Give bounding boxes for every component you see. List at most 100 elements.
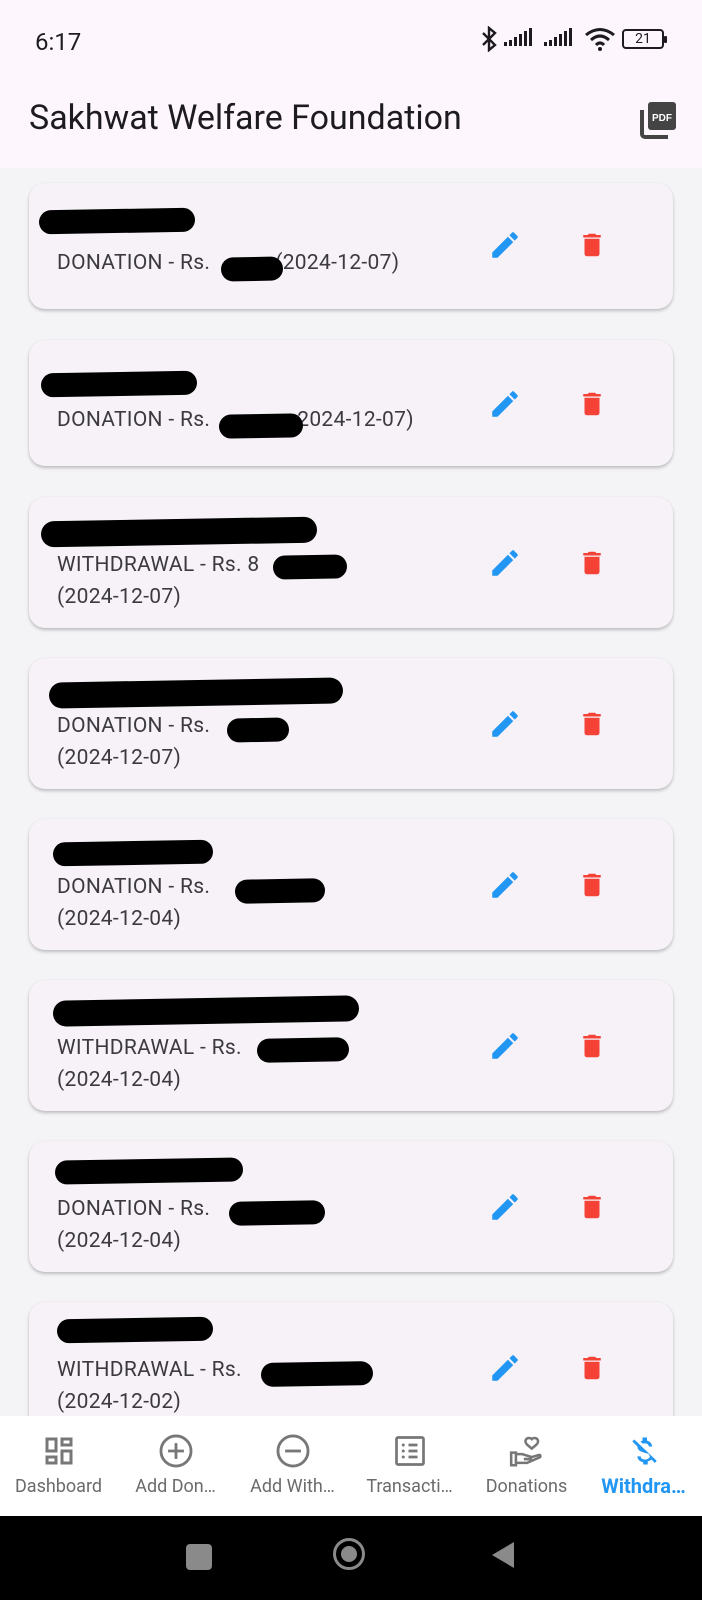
delete-button[interactable] [566,1342,618,1394]
delete-button[interactable] [566,219,618,271]
bluetooth-icon [482,26,497,52]
pdf-export-button[interactable]: PDF [634,96,682,144]
transaction-card: WITHDRAWAL - Rs. (2024-12-02) [29,1302,673,1416]
delete-button[interactable] [566,698,618,750]
add-circle-icon [157,1432,195,1470]
transaction-card: DONATION - Rs. (2024-12-04) [29,1141,673,1272]
wifi-icon [585,28,615,51]
delete-icon [583,233,601,257]
battery-level: 21 [635,31,651,47]
delete-button[interactable] [566,1020,618,1072]
edit-button[interactable] [479,859,531,911]
status-bar: 6:17 21 [0,0,702,82]
nav-item-transactions[interactable]: Transacti… [351,1416,468,1516]
signal-icon-2 [544,28,572,46]
transaction-date: (2024-12-04) [57,907,182,931]
status-icons: 21 [480,26,667,52]
redaction-mark [228,1200,326,1226]
edit-icon [492,1194,518,1220]
delete-icon [583,551,601,575]
edit-icon [492,391,518,417]
nav-label: Transacti… [366,1476,453,1497]
edit-button[interactable] [479,1020,531,1072]
nav-label: Withdra… [601,1474,686,1498]
edit-icon [492,1033,518,1059]
edit-icon [492,872,518,898]
transaction-date: (2024-12-04) [57,1068,182,1092]
page-title: Sakhwat Welfare Foundation [29,98,462,138]
delete-icon [583,712,601,736]
redaction-mark [38,207,196,235]
transaction-type-amount: DONATION - Rs. [57,875,211,899]
redaction-mark [256,1037,350,1063]
home-button[interactable] [333,1538,365,1570]
transaction-date: 2024-12-07) [297,408,414,432]
redaction-mark [234,878,326,904]
transaction-date: (2024-12-02) [57,1390,182,1414]
svg-text:PDF: PDF [652,113,672,124]
redaction-mark [226,717,290,743]
app-bar: Sakhwat Welfare Foundation PDF [0,82,702,168]
dashboard-icon [40,1432,78,1470]
transaction-date: (2024-12-07) [57,746,182,770]
delete-icon [583,873,601,897]
delete-button[interactable] [566,1181,618,1233]
delete-icon [583,1034,601,1058]
nav-item-withdrawals[interactable]: Withdra… [585,1416,702,1516]
transaction-card: DONATION - Rs. 2024-12-07) [29,340,673,466]
edit-button[interactable] [479,378,531,430]
edit-icon [492,550,518,576]
edit-button[interactable] [479,1342,531,1394]
nav-label: Donations [485,1476,568,1497]
redaction-mark [40,370,198,398]
redaction-mark [260,1361,374,1387]
nav-item-add-donation[interactable]: Add Don… [117,1416,234,1516]
redaction-mark [220,256,284,282]
edit-icon [492,711,518,737]
nav-item-dashboard[interactable]: Dashboard [0,1416,117,1516]
edit-button[interactable] [479,219,531,271]
transaction-date: (2024-12-07) [57,585,182,609]
transaction-card: DONATION - Rs. (2024-12-07) [29,658,673,789]
pdf-icon: PDF [640,102,676,139]
transaction-date: (2024-12-04) [57,1229,182,1253]
list-icon [391,1432,429,1470]
system-navigation-bar [0,1516,702,1600]
nav-item-donations[interactable]: Donations [468,1416,585,1516]
edit-icon [492,1355,518,1381]
transaction-card: WITHDRAWAL - Rs. (2024-12-04) [29,980,673,1111]
transaction-type-amount: DONATION - Rs. [57,1197,211,1221]
delete-button[interactable] [566,537,618,589]
transaction-type-amount: WITHDRAWAL - Rs. [57,1358,242,1382]
edit-button[interactable] [479,698,531,750]
delete-button[interactable] [566,859,618,911]
edit-button[interactable] [479,1181,531,1233]
transaction-list[interactable]: DONATION - Rs. (2024-12-07) DONATION - R… [0,168,702,1416]
nav-item-add-withdrawal[interactable]: Add With… [234,1416,351,1516]
recents-button[interactable] [186,1544,212,1570]
remove-circle-icon [274,1432,312,1470]
redaction-mark [54,1157,244,1185]
delete-button[interactable] [566,378,618,430]
bottom-navigation: Dashboard Add Don… Add With… Transacti… … [0,1416,702,1516]
edit-button[interactable] [479,537,531,589]
transaction-date: (2024-12-07) [275,251,400,275]
delete-icon [583,1356,601,1380]
edit-icon [492,232,518,258]
redaction-mark [56,1316,214,1344]
delete-icon [583,1195,601,1219]
nav-label: Add With… [250,1476,335,1497]
delete-icon [583,392,601,416]
nav-label: Dashboard [14,1476,103,1497]
money-off-icon [625,1432,663,1470]
redaction-mark [272,554,348,580]
transaction-type-amount: DONATION - Rs. [57,408,211,432]
redaction-mark [52,995,360,1027]
nav-label: Add Don… [135,1476,216,1497]
transaction-type-amount: DONATION - Rs. [57,714,211,738]
transaction-type-amount: WITHDRAWAL - Rs. [57,1036,242,1060]
redaction-mark [40,516,318,548]
transaction-type-amount: DONATION - Rs. [57,251,211,275]
back-button[interactable] [490,1540,516,1570]
donation-hand-icon [508,1432,546,1470]
